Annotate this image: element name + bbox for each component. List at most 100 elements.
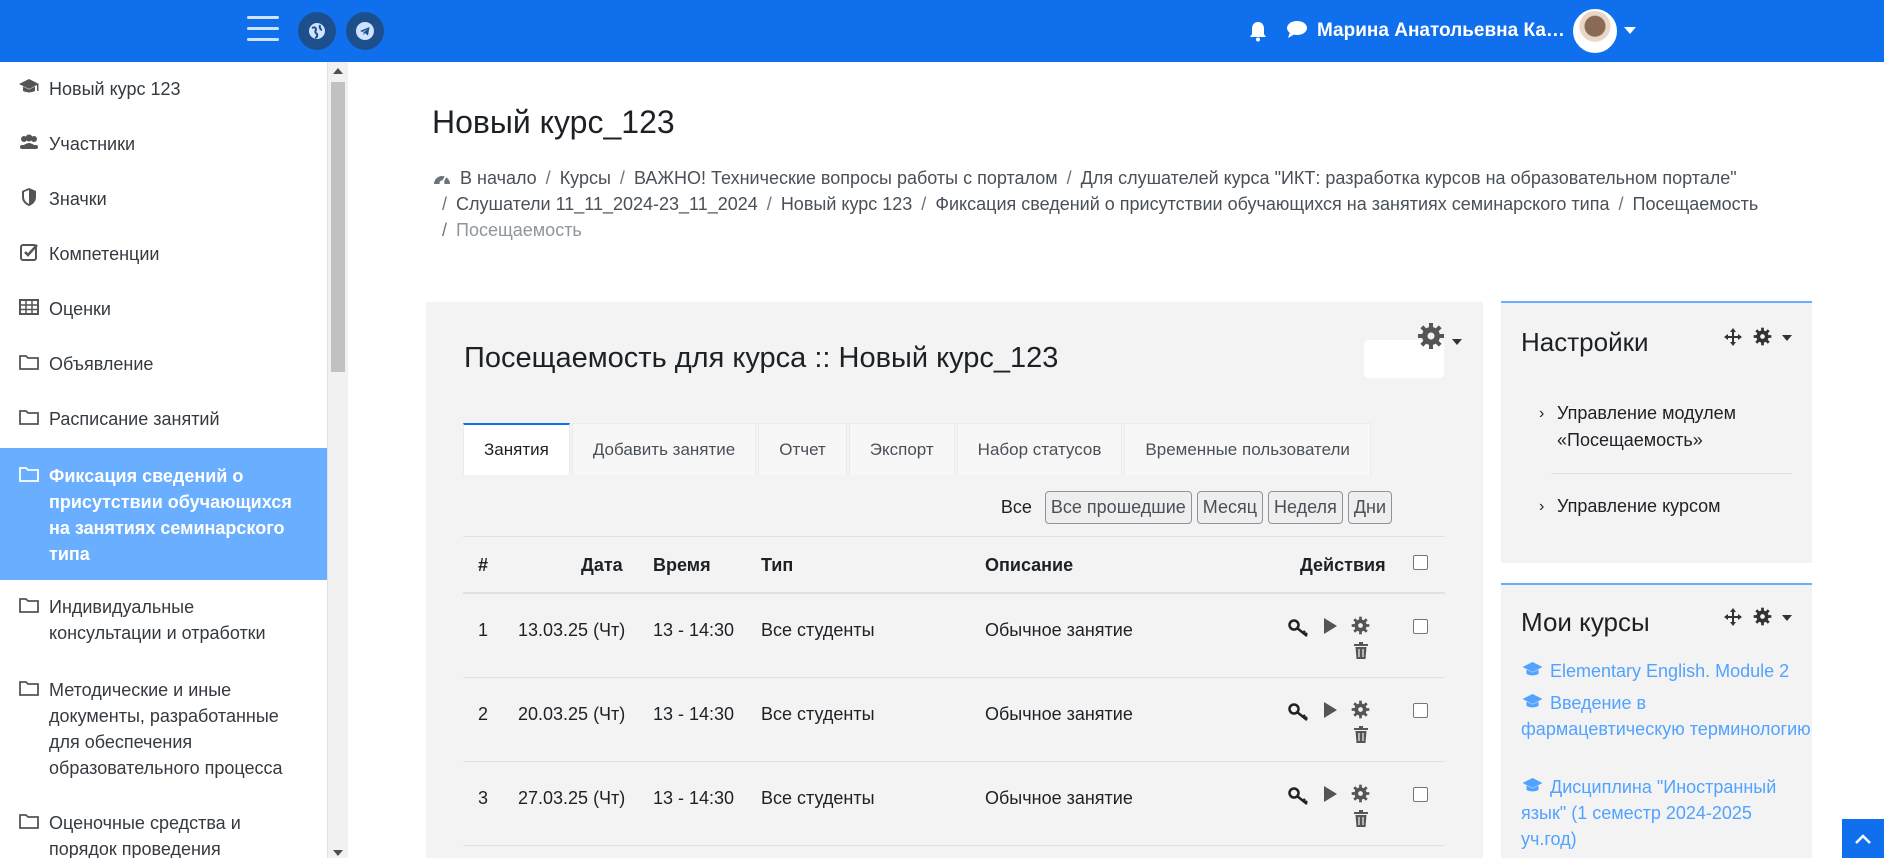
col-description: Описание	[985, 555, 1074, 575]
breadcrumb-listeners[interactable]: Слушатели 11_11_2024-23_11_2024	[456, 194, 758, 214]
key-icon[interactable]	[1288, 702, 1310, 722]
chevron-down-icon[interactable]	[1782, 615, 1792, 621]
tab-status-set[interactable]: Набор статусов	[956, 423, 1123, 475]
col-num: #	[478, 555, 489, 575]
back-to-top-button[interactable]	[1842, 819, 1884, 858]
bell-icon[interactable]	[1248, 20, 1268, 47]
my-courses-block: Мои курсы Elementary English. Module 2 В…	[1501, 583, 1812, 858]
trash-icon[interactable]	[1353, 810, 1369, 828]
drawer-item-announcement[interactable]: Объявление	[0, 351, 327, 377]
filter-days-button[interactable]: Дни	[1347, 491, 1392, 524]
settings-attendance-admin[interactable]: › Управление модулем «Посещаемость»	[1539, 400, 1802, 454]
breadcrumb-category-ict[interactable]: Для слушателей курса "ИКТ: разработка ку…	[1081, 168, 1737, 188]
row-description: Обычное занятие	[985, 620, 1133, 640]
drawer-item-grades[interactable]: Оценки	[0, 296, 327, 322]
breadcrumb-courses[interactable]: Курсы	[560, 168, 611, 188]
breadcrumb-category-important[interactable]: ВАЖНО! Технические вопросы работы с порт…	[634, 168, 1058, 188]
filter-all-past-button[interactable]: Все прошедшие	[1044, 491, 1192, 524]
breadcrumb-attendance-module[interactable]: Посещаемость	[1633, 194, 1759, 214]
col-date[interactable]: Дата	[581, 555, 623, 576]
tab-report[interactable]: Отчет	[758, 423, 847, 475]
key-icon[interactable]	[1288, 618, 1310, 638]
breadcrumb: В начало / Курсы / ВАЖНО! Технические вопрос…	[432, 165, 1762, 243]
drawer-item-label: Расписание занятий	[49, 409, 220, 429]
row-type: Все студенты	[761, 620, 875, 640]
gear-icon[interactable]	[1351, 616, 1370, 635]
drawer-item-label: Оценочные средства и порядок проведения	[49, 813, 241, 858]
drawer-item-course-home[interactable]: Новый курс 123	[0, 76, 327, 102]
divider	[1551, 473, 1792, 474]
row-time: 13 - 14:30	[653, 788, 735, 808]
table-header: # Дата Время Тип Описание Действия	[463, 536, 1445, 594]
filter-month-button[interactable]: Месяц	[1196, 491, 1264, 524]
gear-icon[interactable]	[1351, 784, 1370, 803]
hamburger-icon[interactable]	[247, 16, 279, 44]
breadcrumb-course[interactable]: Новый курс 123	[781, 194, 912, 214]
row-description: Обычное занятие	[985, 704, 1133, 724]
drawer-item-competencies[interactable]: Компетенции	[0, 241, 327, 267]
avatar[interactable]	[1573, 9, 1617, 53]
drawer-item-assessment[interactable]: Оценочные средства и порядок проведения	[0, 810, 327, 858]
chevron-down-icon[interactable]	[1782, 335, 1792, 341]
attendance-title: Посещаемость для курса :: Новый курс_123	[464, 342, 1059, 374]
tab-add-session[interactable]: Добавить занятие	[571, 423, 757, 475]
shield-icon	[22, 188, 36, 206]
course-link[interactable]: Дисциплина "Иностранный язык" (1 семестр…	[1521, 774, 1811, 852]
chevron-down-icon[interactable]	[1624, 27, 1636, 34]
play-icon[interactable]	[1321, 700, 1339, 720]
drawer-item-attendance-section[interactable]: Фиксация сведений о присутствии обучающи…	[0, 448, 327, 580]
table-row: 2 20.03.25 (Чт) 13 - 14:30 Все студенты …	[463, 678, 1445, 762]
drawer-item-methodical-documents[interactable]: Методические и иные документы, разработа…	[0, 677, 327, 781]
drawer-item-participants[interactable]: Участники	[0, 131, 327, 157]
drawer-item-consultations[interactable]: Индивидуальные консультации и отработки	[0, 594, 327, 646]
scroll-up-arrow-icon[interactable]	[333, 68, 343, 74]
settings-course-admin[interactable]: › Управление курсом	[1539, 493, 1802, 520]
trash-icon[interactable]	[1353, 642, 1369, 660]
dashboard-icon	[434, 175, 450, 186]
play-icon[interactable]	[1321, 784, 1339, 804]
breadcrumb-section[interactable]: Фиксация сведений о присутствии обучающи…	[935, 194, 1609, 214]
filter-all[interactable]: Все	[1001, 497, 1032, 518]
user-menu-name[interactable]: Марина Анатольевна Калин…	[1317, 20, 1567, 42]
checkbox-icon	[20, 244, 38, 261]
gear-icon[interactable]	[1753, 607, 1772, 626]
row-checkbox[interactable]	[1413, 619, 1428, 634]
drawer-item-badges[interactable]: Значки	[0, 186, 327, 212]
trash-icon[interactable]	[1353, 726, 1369, 744]
tab-sessions[interactable]: Занятия	[463, 423, 570, 475]
col-type: Тип	[761, 555, 794, 575]
telegram-icon[interactable]	[346, 12, 384, 50]
breadcrumb-current: Посещаемость	[456, 220, 582, 240]
row-num: 3	[478, 788, 489, 808]
play-icon[interactable]	[1321, 616, 1339, 636]
chat-icon[interactable]	[1286, 20, 1308, 45]
filter-week-button[interactable]: Неделя	[1268, 491, 1343, 524]
scroll-down-arrow-icon[interactable]	[333, 850, 343, 856]
tab-temporary-users[interactable]: Временные пользователи	[1124, 423, 1371, 475]
gear-icon[interactable]	[1351, 700, 1370, 719]
drawer-scrollbar-thumb[interactable]	[331, 82, 345, 372]
row-checkbox[interactable]	[1413, 787, 1428, 802]
move-icon[interactable]	[1723, 607, 1743, 627]
course-link[interactable]: Elementary English. Module 2	[1521, 658, 1811, 684]
folder-icon	[19, 814, 39, 829]
move-icon[interactable]	[1723, 327, 1743, 347]
drawer-item-schedule[interactable]: Расписание занятий	[0, 406, 327, 432]
gear-icon[interactable]	[1417, 322, 1445, 350]
course-link-label: Elementary English. Module 2	[1550, 661, 1790, 681]
graduation-cap-icon	[1522, 694, 1543, 708]
select-all-checkbox[interactable]	[1413, 555, 1428, 570]
tab-export[interactable]: Экспорт	[848, 423, 955, 475]
key-icon[interactable]	[1288, 786, 1310, 806]
chevron-down-icon[interactable]	[1452, 339, 1462, 345]
course-link[interactable]: Введение в фармацевтическую терминологию	[1521, 690, 1811, 742]
settings-block: Настройки › Управление модулем «Посещаем…	[1501, 301, 1812, 563]
gear-icon[interactable]	[1753, 327, 1772, 346]
breadcrumb-home[interactable]: В начало	[460, 168, 537, 188]
row-checkbox[interactable]	[1413, 703, 1428, 718]
chevron-up-icon	[1855, 833, 1871, 844]
globe-icon[interactable]	[298, 12, 336, 50]
drawer-item-label: Компетенции	[49, 244, 160, 264]
row-date: 27.03.25 (Чт)	[518, 788, 626, 808]
folder-icon	[19, 467, 39, 482]
